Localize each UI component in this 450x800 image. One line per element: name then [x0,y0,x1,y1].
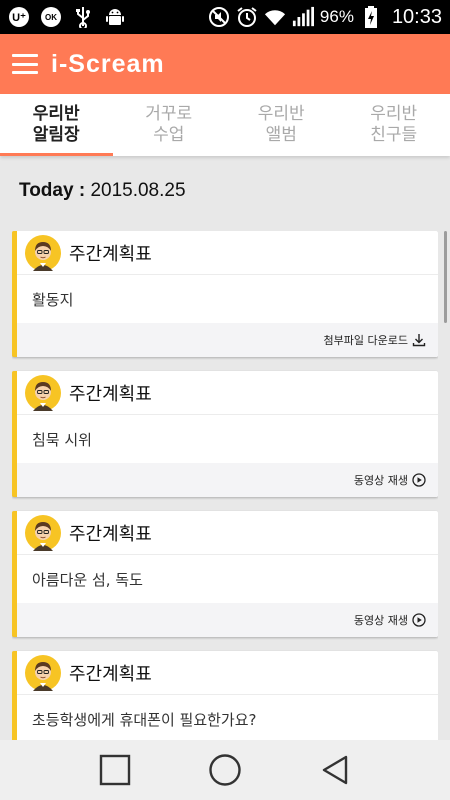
back-icon[interactable] [315,750,355,790]
teacher-avatar-icon [25,374,61,411]
tab-label-line2: 앨범 [265,125,297,145]
card-title: 주간계획표 [69,243,152,265]
usb-icon [72,6,94,28]
video-play-button[interactable]: 동영상 재생 [17,463,438,497]
alarm-icon [236,6,258,28]
signal-icon [292,6,314,28]
system-nav-bar [0,740,450,800]
card-header: 주간계획표 [17,511,438,555]
tab-label-line1: 우리반 [370,104,418,124]
tab-label-line2: 수업 [153,125,185,145]
tab-flipped-class[interactable]: 거꾸로 수업 [113,94,226,156]
card-action-label: 동영상 재생 [353,614,408,627]
download-icon [412,333,426,347]
android-debug-icon [104,6,126,28]
card-title: 주간계획표 [69,383,152,405]
today-date: Today : 2015.08.25 [19,180,186,202]
card-title: 주간계획표 [69,523,152,545]
card-header: 주간계획표 [17,371,438,415]
wifi-icon [264,6,286,28]
card-action-label: 동영상 재생 [353,474,408,487]
video-play-button[interactable]: 동영상 재생 [17,603,438,637]
mute-icon [208,6,230,28]
clock: 10:33 [391,5,442,28]
tab-label-line1: 우리반 [257,104,305,124]
card-action-label: 첨부파일 다운로드 [323,334,408,347]
app-title: i-Scream [51,49,165,78]
card-title: 주간계획표 [69,663,152,685]
today-value: 2015.08.25 [90,180,186,201]
svg-text:OK: OK [45,13,57,22]
tab-class-album[interactable]: 우리반 앨범 [225,94,338,156]
tab-label-line1: 거꾸로 [145,104,193,124]
tab-class-notice[interactable]: 우리반 알림장 [0,94,113,156]
list-scrollbar[interactable] [444,231,447,323]
tab-label-line1: 우리반 [32,104,80,124]
notice-card[interactable]: 주간계획표 초등학생에게 휴대폰이 필요한가요? [12,651,438,740]
tab-label-line2: 친구들 [370,125,418,145]
attachment-download-button[interactable]: 첨부파일 다운로드 [17,323,438,357]
tab-label-line2: 알림장 [32,125,80,145]
battery-charging-icon [360,6,382,28]
teacher-avatar-icon [25,654,61,691]
battery-percent: 96% [319,7,354,26]
notice-list[interactable]: 주간계획표 활동지 첨부파일 다운로드 주간계획표 침묵 시위 동영상 재생 주… [12,231,438,740]
tab-class-friends[interactable]: 우리반 친구들 [338,94,450,156]
card-header: 주간계획표 [17,231,438,275]
card-content: 아름다운 섬, 독도 [32,570,143,589]
card-content: 초등학생에게 휴대폰이 필요한가요? [32,710,257,729]
teacher-avatar-icon [25,234,61,271]
notice-card[interactable]: 주간계획표 침묵 시위 동영상 재생 [12,371,438,497]
u-plus-icon: U⁺ [8,6,30,28]
card-header: 주간계획표 [17,651,438,695]
card-content: 활동지 [32,290,74,309]
teacher-avatar-icon [25,514,61,551]
play-circle-icon [412,473,426,487]
play-circle-icon [412,613,426,627]
home-icon[interactable] [205,750,245,790]
notice-card[interactable]: 주간계획표 활동지 첨부파일 다운로드 [12,231,438,357]
ok-cashbag-icon: OK [40,6,62,28]
svg-text:U⁺: U⁺ [12,12,26,24]
tab-bar: 우리반 알림장 거꾸로 수업 우리반 앨범 우리반 친구들 [0,94,450,156]
notice-card[interactable]: 주간계획표 아름다운 섬, 독도 동영상 재생 [12,511,438,637]
hamburger-menu-icon[interactable] [12,54,38,74]
today-label: Today : [19,180,86,201]
status-bar: U⁺ OK 96% 10:33 [0,0,450,34]
recent-apps-icon[interactable] [95,750,135,790]
app-bar: i-Scream [0,34,450,94]
card-content: 침묵 시위 [32,430,92,449]
